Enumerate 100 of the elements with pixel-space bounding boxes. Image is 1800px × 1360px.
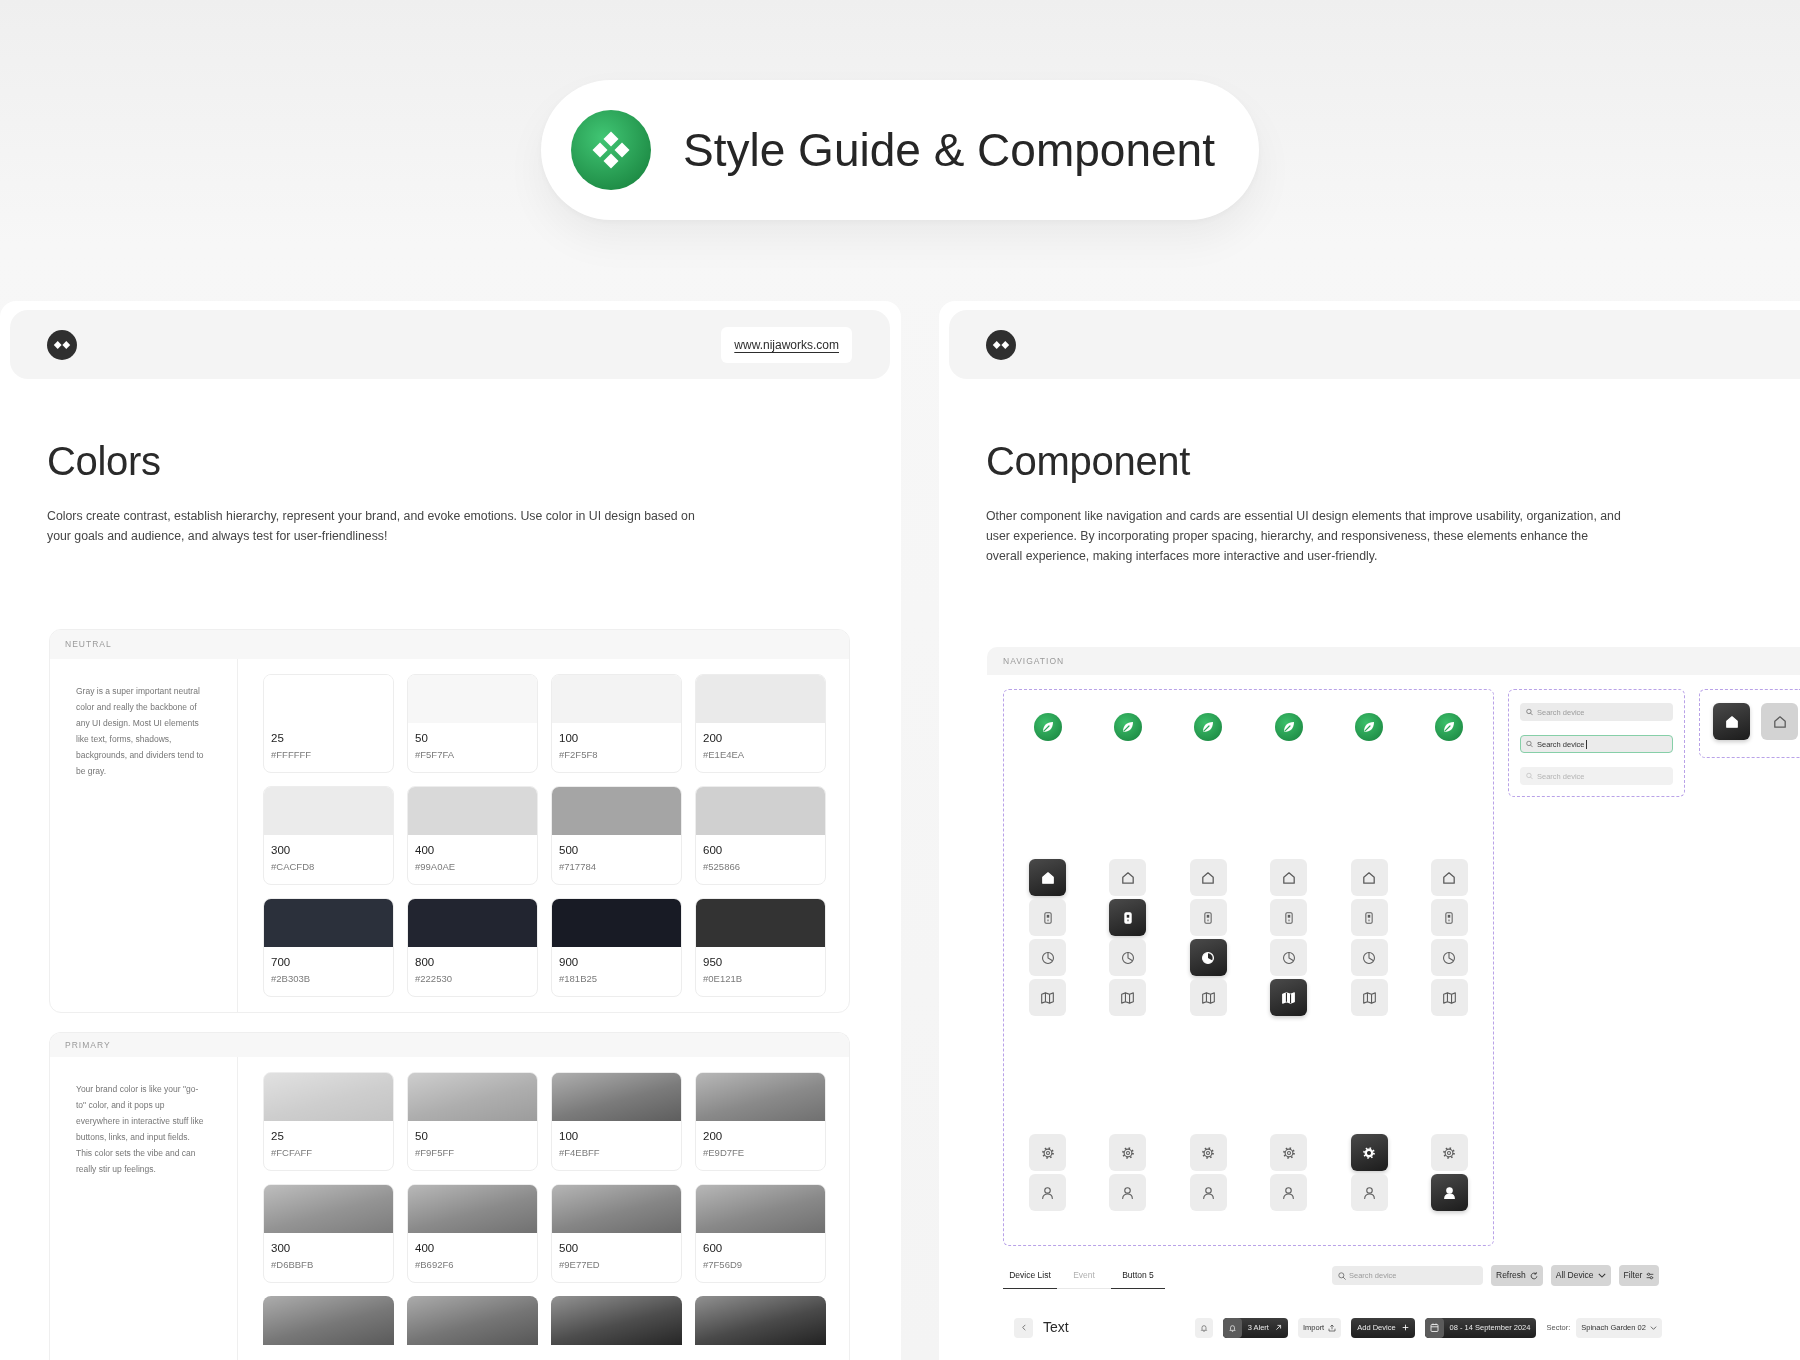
nav-button[interactable] [1109,899,1147,936]
map-icon [1041,991,1054,1004]
map-icon [1121,991,1135,1004]
bell-icon [1222,1317,1242,1338]
user-icon [1042,1186,1053,1199]
section-label: NAVIGATION [1003,654,1065,668]
logo-icon [47,329,77,360]
hex-code: #E9D7FE [703,1146,746,1159]
user-icon [1283,1186,1295,1199]
phone-icon [1123,911,1132,924]
shade-number: 950 [703,955,724,969]
nav-button[interactable] [1270,979,1308,1016]
settings-icon [1121,1146,1134,1159]
shade-number: 50 [415,731,429,745]
home-icon [1121,871,1134,884]
search-icon [1338,1271,1346,1280]
hex-code: #E1E4EA [703,748,746,761]
section-description: Other component like navigation and cards are essential UI design elements that improve usability, organization, and user experience. By incorporating proper spacing, hierarchy, and responsiveness, these elements enhance the overall experience, making interfaces more interactive and user-friendly. [986,508,1622,565]
leaf-icon [1435,713,1464,741]
map-icon [1201,991,1215,1004]
notification-button[interactable] [1194,1317,1213,1338]
phone-icon [1204,911,1213,924]
shade-number: 200 [703,1129,724,1143]
map-icon [1442,991,1456,1004]
chevron-left-icon [1021,1324,1026,1331]
phone-icon [1284,911,1293,924]
hex-code: #D6BBFB [271,1258,315,1271]
dropdown-button[interactable]: All Device [1550,1265,1611,1286]
shade-number: 700 [271,955,292,969]
search-icon [1526,740,1533,748]
shade-number: 800 [415,955,436,969]
text-cursor-icon [1586,739,1587,749]
shade-number: 50 [415,1129,429,1143]
pie-chart-icon [1121,951,1134,964]
bell-icon [1199,1323,1208,1332]
chevron-down-icon [1649,1325,1657,1330]
chevron-down-icon [1597,1273,1606,1278]
section-heading: Colors [47,438,162,485]
tab[interactable]: Device List [1003,1262,1057,1289]
hex-code: #717784 [559,860,597,873]
refresh-button[interactable]: Refresh [1491,1265,1543,1286]
hex-code: #222530 [415,972,453,985]
pie-chart-icon [1202,951,1215,964]
user-icon [1443,1186,1455,1199]
home-icon [1443,871,1456,884]
phone-icon [1365,911,1374,924]
arrow-up-right-icon [1274,1324,1282,1331]
map-icon [1282,991,1296,1004]
settings-icon [1041,1146,1054,1159]
map-icon [1362,991,1376,1004]
home-icon [1725,715,1738,728]
settings-icon [1363,1146,1376,1159]
nav-button[interactable] [1713,703,1750,740]
home-icon [1773,715,1786,728]
hex-code: #B692F6 [415,1258,455,1271]
home-icon [1363,871,1376,884]
tab[interactable]: Button 5 [1111,1262,1165,1289]
shade-number: 600 [703,1241,724,1255]
search-icon [1526,772,1533,780]
user-icon [1122,1186,1134,1199]
user-icon [1363,1186,1375,1199]
nav-button[interactable] [1029,859,1066,896]
user-icon [1202,1186,1214,1199]
hex-code: #CACFD8 [271,860,316,873]
settings-icon [1282,1146,1295,1159]
upload-icon [1328,1323,1337,1332]
nav-button[interactable] [1430,1174,1468,1211]
hex-code: #F9F5FF [415,1146,456,1159]
leaf-icon [1274,713,1303,741]
shade-number: 400 [415,843,436,857]
palette-label: NEUTRAL [65,638,112,651]
settings-icon [1443,1146,1456,1159]
section-heading: Component [986,438,1192,485]
logo-icon [986,329,1016,360]
hex-code: #7F56D9 [703,1258,744,1271]
nav-button[interactable] [1350,1134,1388,1171]
search-icon [1526,708,1533,716]
page-title: Style Guide & Component [683,123,1215,177]
hex-code: #FCFAFF [271,1146,314,1159]
pie-chart-icon [1041,951,1054,964]
hex-code: #181B25 [559,972,599,985]
calendar-icon [1424,1317,1444,1338]
pie-chart-icon [1363,951,1376,964]
shade-number: 900 [559,955,580,969]
shade-number: 25 [271,1129,285,1143]
leaf-icon [1355,713,1384,741]
home-icon [1041,871,1054,884]
shade-number: 100 [559,731,580,745]
header-title: Text [1043,1318,1069,1337]
shade-number: 400 [415,1241,436,1255]
palette-label: PRIMARY [65,1038,111,1052]
hex-code: #2B303B [271,972,312,985]
hex-code: #F4EBFF [559,1146,601,1159]
shade-number: 500 [559,1241,580,1255]
shade-number: 100 [559,1129,580,1143]
phone-icon [1043,911,1052,924]
nav-button[interactable] [1189,939,1227,976]
website-link[interactable]: www.nijaworks.com [721,326,852,363]
palette-description: Your brand color is like your "go-to" color, and it pops up everywhere in interactive stuff like buttons, links, and input fields. This color sets the vibe and can really stir up feelings. [76,1083,205,1176]
filter-button[interactable]: Filter [1618,1265,1660,1286]
